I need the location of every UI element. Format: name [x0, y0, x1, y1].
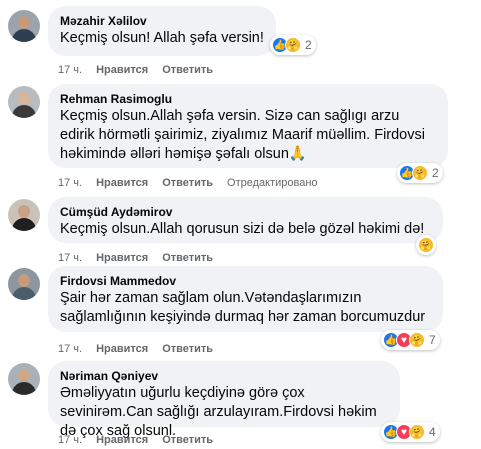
edited-label[interactable]: Отредактировано — [227, 177, 318, 189]
avatar[interactable] — [8, 10, 40, 42]
reaction-summary[interactable]: 👍 ♥ 🤗 7 — [381, 330, 440, 350]
reaction-count: 4 — [429, 425, 436, 439]
reaction-count: 2 — [305, 38, 312, 52]
avatar[interactable] — [8, 268, 40, 300]
care-icon: 🤗 — [409, 424, 425, 440]
comment-author[interactable]: Cümşüd Aydəmirov — [60, 204, 431, 220]
comment-author[interactable]: Rehman Rasimoglu — [60, 91, 436, 107]
comment-bubble: Rehman Rasimoglu Keçmiş olsun.Allah şəfa… — [48, 84, 448, 168]
comment-text: Keçmiş olsun.Allah qorusun sizi də belə … — [60, 221, 425, 237]
comment-bubble: Cümşüd Aydəmirov Keçmiş olsun.Allah qoru… — [48, 197, 443, 243]
care-icon: 🤗 — [412, 165, 428, 181]
comment-timestamp[interactable]: 17 ч. — [58, 252, 82, 264]
like-button[interactable]: Нравится — [96, 252, 148, 264]
reply-button[interactable]: Ответить — [162, 434, 213, 446]
comment-author[interactable]: Məzahir Xəlilov — [60, 13, 264, 29]
comment-actions: 17 ч. Нравится Ответить — [58, 251, 227, 265]
reply-button[interactable]: Ответить — [162, 252, 213, 264]
comment-bubble: Nəriman Qəniyev Əməliyyatın uğurlu keçdi… — [48, 361, 400, 439]
comment-bubble: Firdovsi Mammedov Şair hər zaman sağlam … — [48, 266, 443, 332]
comment-actions: 17 ч. Нравится Ответить — [58, 342, 227, 356]
comment-author[interactable]: Firdovsi Mammedov — [60, 273, 431, 289]
avatar[interactable] — [8, 199, 40, 231]
comment-timestamp[interactable]: 17 ч. — [58, 434, 82, 446]
reaction-count: 2 — [432, 166, 439, 180]
reaction-summary[interactable]: 👍 🤗 2 — [397, 163, 443, 183]
care-icon: 🤗 — [285, 37, 301, 53]
comment-bubble: Məzahir Xəlilov Keçmiş olsun! Allah şəfa… — [48, 6, 276, 56]
comment-actions: 17 ч. Нравится Ответить Отредактировано — [58, 176, 332, 190]
avatar[interactable] — [8, 86, 40, 118]
care-icon: 🤗 — [409, 332, 425, 348]
avatar[interactable] — [8, 363, 40, 395]
reaction-summary[interactable]: 👍 🤗 2 — [270, 35, 316, 55]
like-button[interactable]: Нравится — [96, 64, 148, 76]
like-button[interactable]: Нравится — [96, 343, 148, 355]
reaction-summary[interactable]: 👍 ♥ 🤗 4 — [381, 422, 440, 442]
comment-timestamp[interactable]: 17 ч. — [58, 64, 82, 76]
reply-button[interactable]: Ответить — [162, 64, 213, 76]
reaction-count: 7 — [429, 333, 436, 347]
comment-text: Keçmiş olsun.Allah şəfa versin. Sizə can… — [60, 108, 425, 162]
like-button[interactable]: Нравится — [96, 434, 148, 446]
like-button[interactable]: Нравится — [96, 177, 148, 189]
comment-timestamp[interactable]: 17 ч. — [58, 177, 82, 189]
comment-actions: 17 ч. Нравится Ответить — [58, 63, 227, 77]
reply-button[interactable]: Ответить — [162, 177, 213, 189]
comment-author[interactable]: Nəriman Qəniyev — [60, 368, 388, 384]
comment-text: Keçmiş olsun! Allah şəfa versin! — [60, 30, 264, 46]
reaction-summary[interactable]: 🤗 — [416, 235, 436, 255]
comment-actions: 17 ч. Нравится Ответить — [58, 433, 227, 447]
comment-text: Şair hər zaman sağlam olun.Vətəndaşlarım… — [60, 290, 426, 325]
reply-button[interactable]: Ответить — [162, 343, 213, 355]
comment-timestamp[interactable]: 17 ч. — [58, 343, 82, 355]
care-icon: 🤗 — [418, 237, 434, 253]
